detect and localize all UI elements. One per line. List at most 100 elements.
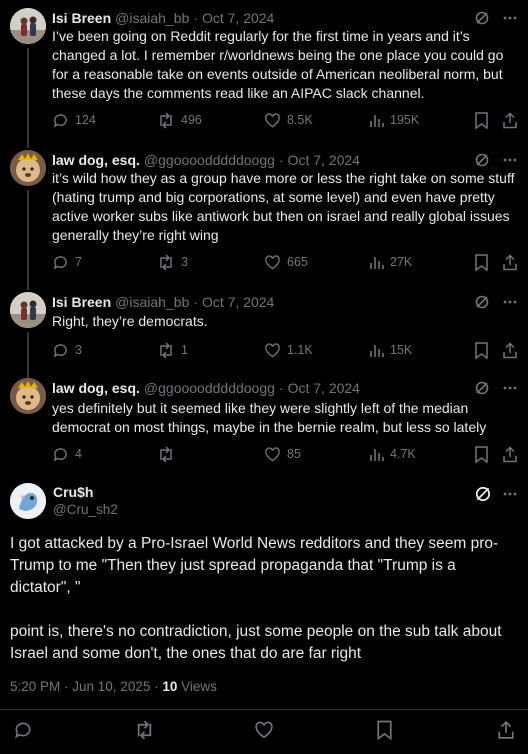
share-icon <box>503 111 517 128</box>
reply-button[interactable]: 7 <box>52 254 82 271</box>
avatar-law-dog[interactable] <box>10 378 46 414</box>
bookmark-button[interactable] <box>474 445 489 463</box>
repost-button[interactable]: 496 <box>157 111 202 129</box>
like-count: 8.5K <box>287 113 313 127</box>
view-count: 15K <box>390 343 413 357</box>
reply-count: 7 <box>75 255 82 269</box>
reply-count: 3 <box>75 343 82 357</box>
repost-button[interactable] <box>134 720 155 740</box>
reply-icon <box>14 722 31 739</box>
repost-icon <box>160 445 172 463</box>
share-icon <box>503 445 517 462</box>
repost-icon <box>160 253 172 271</box>
reply-tweet-1[interactable]: Isi Breen @isaiah_bb · Oct 7, 2024 I’ve … <box>0 8 528 148</box>
repost-button[interactable] <box>157 445 181 463</box>
grok-icon[interactable] <box>474 485 492 508</box>
author-handle[interactable]: @ggoooodddddoogg <box>144 380 275 396</box>
more-options-icon[interactable] <box>502 152 518 168</box>
bookmark-button[interactable] <box>474 111 489 129</box>
post-date[interactable]: Oct 7, 2024 <box>288 380 360 396</box>
repost-count: 1 <box>181 343 188 357</box>
bookmark-icon <box>475 111 488 129</box>
like-button[interactable] <box>254 720 274 740</box>
tweet-text: I’ve been going on Reddit regularly for … <box>52 28 504 101</box>
separator: · <box>278 152 284 168</box>
avatar-isi-breen[interactable] <box>10 292 46 328</box>
author-name[interactable]: Cru$h <box>53 484 93 500</box>
main-tweet-paragraph-1: I got attacked by a Pro-Israel World New… <box>10 535 499 596</box>
share-icon <box>498 720 514 739</box>
grok-icon[interactable] <box>474 294 490 310</box>
more-options-icon[interactable] <box>502 294 518 310</box>
avatar-law-dog[interactable] <box>10 150 46 186</box>
bookmark-icon <box>475 341 488 359</box>
share-button[interactable] <box>502 253 518 271</box>
more-options-icon[interactable] <box>502 10 518 26</box>
like-button[interactable]: 85 <box>264 446 301 463</box>
avatar-crush[interactable] <box>10 483 46 519</box>
grok-icon[interactable] <box>474 152 490 168</box>
tweet-meta: 5:20 PM · Jun 10, 2025 · 10 Views <box>10 679 217 694</box>
grok-icon[interactable] <box>474 380 490 396</box>
author-name[interactable]: Isi Breen <box>52 10 111 26</box>
like-count: 665 <box>287 255 308 269</box>
grok-icon[interactable] <box>474 10 490 26</box>
like-count: 1.1K <box>287 343 313 357</box>
bookmark-button[interactable] <box>474 253 489 271</box>
separator: · <box>193 10 198 26</box>
bookmark-button[interactable] <box>474 341 489 359</box>
thread-line <box>27 48 29 148</box>
separator: · <box>278 380 284 396</box>
like-button[interactable]: 665 <box>264 254 308 271</box>
more-options-icon[interactable] <box>502 380 518 396</box>
thread-line <box>27 190 29 290</box>
share-button[interactable] <box>497 720 515 740</box>
author-handle[interactable]: @isaiah_bb <box>115 294 189 310</box>
tweet-text: it’s wild how they as a group have more … <box>52 170 515 243</box>
post-date[interactable]: Oct 7, 2024 <box>288 152 360 168</box>
share-button[interactable] <box>502 111 518 129</box>
post-date[interactable]: Oct 7, 2024 <box>202 294 274 310</box>
post-date[interactable]: Oct 7, 2024 <box>202 10 274 26</box>
view-count: 195K <box>390 113 420 127</box>
author-name[interactable]: law dog, esq. <box>52 380 140 396</box>
view-count: 4.7K <box>390 447 416 461</box>
heart-icon <box>265 342 280 357</box>
more-options-icon[interactable] <box>502 485 518 508</box>
reply-button[interactable] <box>13 720 33 740</box>
share-button[interactable] <box>502 341 518 359</box>
tweet-text: Right, they’re democrats. <box>52 313 208 329</box>
author-handle[interactable]: @isaiah_bb <box>115 10 189 26</box>
like-button[interactable]: 1.1K <box>264 342 313 359</box>
views-button[interactable]: 15K <box>369 343 412 358</box>
author-handle[interactable]: @ggoooodddddoogg <box>144 152 275 168</box>
share-button[interactable] <box>502 445 518 463</box>
author-name[interactable]: Isi Breen <box>52 294 111 310</box>
repost-icon <box>137 720 152 740</box>
tweet-text: yes definitely but it seemed like they w… <box>52 400 487 435</box>
reply-icon <box>53 343 67 358</box>
views-button[interactable]: 195K <box>369 113 419 128</box>
author-name[interactable]: law dog, esq. <box>52 152 140 168</box>
reply-button[interactable]: 4 <box>52 446 82 463</box>
bookmark-button[interactable] <box>376 720 393 740</box>
views-button[interactable]: 4.7K <box>369 447 416 462</box>
main-tweet-paragraph-2: point is, there's no contradiction, just… <box>10 623 502 662</box>
reply-tweet-4[interactable]: law dog, esq. @ggoooodddddoogg · Oct 7, … <box>0 378 528 464</box>
share-icon <box>503 341 517 358</box>
views-count[interactable]: 10 <box>162 679 177 694</box>
reply-button[interactable]: 124 <box>52 112 96 129</box>
reply-tweet-3[interactable]: Isi Breen @isaiah_bb · Oct 7, 2024 Right… <box>0 292 528 380</box>
views-button[interactable]: 27K <box>369 255 412 270</box>
avatar-isi-breen[interactable] <box>10 8 46 44</box>
like-button[interactable]: 8.5K <box>264 112 313 129</box>
reply-tweet-2[interactable]: law dog, esq. @ggoooodddddoogg · Oct 7, … <box>0 150 528 290</box>
timestamp[interactable]: 5:20 PM · Jun 10, 2025 · <box>10 679 162 694</box>
bookmark-icon <box>377 720 392 740</box>
reply-button[interactable]: 3 <box>52 342 82 359</box>
repost-button[interactable]: 3 <box>157 253 188 271</box>
bookmark-icon <box>475 253 488 271</box>
author-handle[interactable]: @Cru_sh2 <box>53 502 118 517</box>
repost-button[interactable]: 1 <box>157 341 188 359</box>
bookmark-icon <box>475 445 488 463</box>
